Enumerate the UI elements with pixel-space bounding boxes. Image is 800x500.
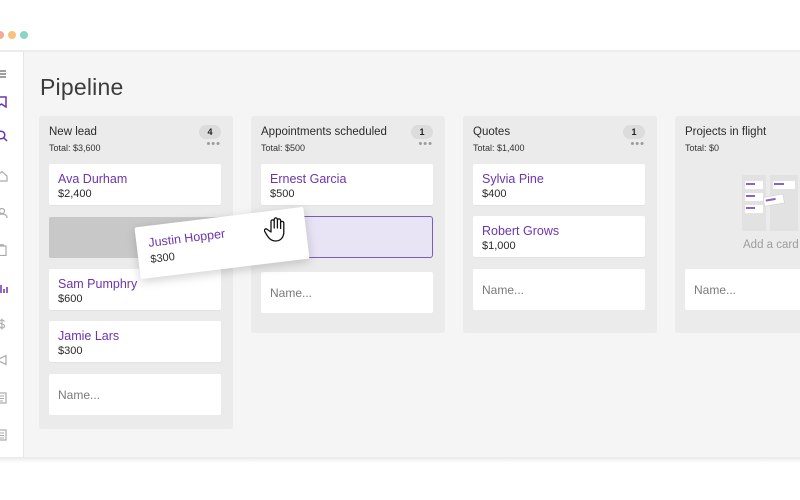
deal-card-amount: $600 [58,293,83,305]
deal-card-name: Justin Hopper [147,226,226,250]
deal-card-name: Jamie Lars [58,329,120,343]
window-titlebar [0,0,800,52]
column-total: Total: $500 [261,143,306,153]
close-window-dot[interactable] [0,31,4,39]
deal-card-name: Robert Grows [482,224,560,238]
deal-card[interactable]: Robert Grows $1,000 [473,216,645,257]
column-menu-button[interactable]: ••• [418,138,433,150]
bookmark-icon[interactable] [0,96,8,108]
column-title: Appointments scheduled [261,126,387,138]
clipboard-icon[interactable] [0,244,8,256]
column-menu-button[interactable]: ••• [630,138,645,150]
new-card-name-input[interactable] [473,269,645,310]
deal-card[interactable]: Ernest Garcia $500 [261,164,433,205]
column-count-badge: 1 [411,125,433,139]
deal-card-amount: $1,000 [482,240,516,252]
column-total: Total: $0 [685,143,720,153]
deal-card-amount: $500 [270,188,295,200]
deal-card[interactable]: Sylvia Pine $400 [473,164,645,205]
deal-card[interactable]: Jamie Lars $300 [49,321,221,362]
deal-card-name: Sylvia Pine [482,172,544,186]
deal-card[interactable]: Sam Pumphry $600 [49,269,221,310]
column-title: Projects in flight [685,126,767,138]
window-shadow [0,457,800,463]
column-menu-button[interactable]: ••• [206,138,221,150]
document-stack-icon[interactable] [0,392,8,404]
new-card-name-input[interactable] [49,374,221,415]
column-title: New lead [49,126,97,138]
new-card-name-input[interactable] [685,269,800,310]
deal-card-name: Ernest Garcia [270,172,347,186]
page-title: Pipeline [40,74,124,100]
column-count-badge: 4 [199,125,221,139]
column-count-badge: 1 [623,125,645,139]
menu-icon[interactable] [0,68,8,80]
column-title: Quotes [473,126,511,138]
pipeline-column-quotes: Quotes 1 Total: $1,400 ••• Sylvia Pine $… [463,116,657,333]
pipeline-column-new-lead: New lead 4 Total: $3,600 ••• Ava Durham … [39,116,233,429]
add-card-hint: Add a card [743,239,799,251]
deal-card-amount: $300 [149,250,176,266]
home-icon[interactable] [0,170,8,182]
user-icon[interactable] [0,207,8,219]
megaphone-icon[interactable] [0,354,8,366]
dollar-icon[interactable] [0,318,8,330]
empty-column-illustration [742,175,798,231]
grab-cursor-icon [264,217,285,242]
deal-card-name: Ava Durham [58,172,128,186]
chart-icon[interactable] [0,282,8,294]
minimize-window-dot[interactable] [8,31,16,39]
deal-card[interactable]: Ava Durham $2,400 [49,164,221,205]
column-total: Total: $3,600 [49,143,101,153]
window-controls [0,31,28,39]
maximize-window-dot[interactable] [20,31,28,39]
deal-card-amount: $400 [482,188,507,200]
deal-card-amount: $300 [58,345,83,357]
new-card-name-input[interactable] [261,272,433,313]
search-icon[interactable] [0,130,8,142]
sidebar [0,52,24,457]
deal-card-amount: $2,400 [58,188,92,200]
deal-card-name: Sam Pumphry [58,277,138,291]
document-icon[interactable] [0,429,8,441]
column-total: Total: $1,400 [473,143,525,153]
